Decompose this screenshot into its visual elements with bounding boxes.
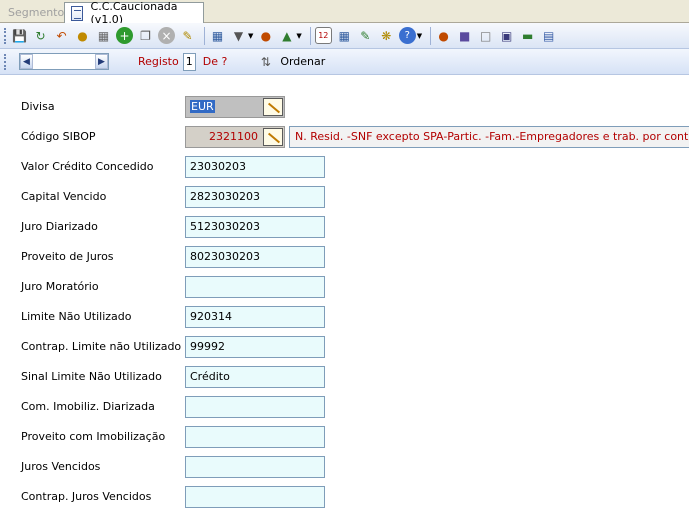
valor-credito-field[interactable]: 23030203 xyxy=(185,156,325,178)
lookup-icon[interactable] xyxy=(263,128,283,146)
calculator-icon[interactable]: ▦ xyxy=(336,27,353,44)
juros-vencidos-label: Juros Vencidos xyxy=(21,460,101,473)
capital-vencido-field[interactable]: 2823030203 xyxy=(185,186,325,208)
add-icon[interactable]: + xyxy=(116,27,133,44)
printer-icon[interactable]: ▦ xyxy=(95,27,112,44)
export-icon[interactable]: ▲ xyxy=(278,27,295,44)
record-navbar: ◀ ▶ Registo 1 De ? ⇅ Ordenar xyxy=(0,49,689,75)
record-navigator[interactable]: ◀ ▶ xyxy=(19,53,109,70)
book-icon[interactable]: ▣ xyxy=(498,27,515,44)
users-icon[interactable]: ● xyxy=(74,27,91,44)
toolbar-separator xyxy=(430,26,432,45)
navbar-grip-icon[interactable] xyxy=(4,53,7,70)
note-icon[interactable]: ✎ xyxy=(179,27,196,44)
toolbar: 💾 ↻ ↶ ● ▦ + ❐ × ✎ ▦ ▼ ▼ ● ▲ ▼ 12 ▦ ✎ ❋ ?… xyxy=(0,23,689,49)
delete-icon[interactable]: × xyxy=(158,27,175,44)
settings-icon[interactable]: ❋ xyxy=(378,27,395,44)
juro-diarizado-label: Juro Diarizado xyxy=(21,220,98,233)
user-search-icon[interactable]: ● xyxy=(257,27,274,44)
refresh-icon[interactable]: ↻ xyxy=(32,27,49,44)
contrap-juros-vencidos-label: Contrap. Juros Vencidos xyxy=(21,490,152,503)
undo-icon[interactable]: ↶ xyxy=(53,27,70,44)
ordenar-button[interactable]: Ordenar xyxy=(280,55,325,68)
toolbar-separator xyxy=(309,26,311,45)
limite-nao-utilizado-field[interactable]: 920314 xyxy=(185,306,325,328)
help-icon[interactable]: ? xyxy=(398,27,416,44)
registo-label: Registo xyxy=(138,55,179,68)
tab-strip: Segmento C.C.Caucionada (v1.0) xyxy=(0,0,689,26)
proveito-imobilizacao-field[interactable] xyxy=(185,426,325,448)
contrap-juros-vencidos-field[interactable] xyxy=(185,486,325,508)
divisa-label: Divisa xyxy=(21,100,55,113)
codigo-sibop-description: N. Resid. -SNF excepto SPA-Partic. -Fam.… xyxy=(289,126,689,148)
codigo-sibop-value: 2321100 xyxy=(209,130,258,143)
tab-cc-caucionada[interactable]: C.C.Caucionada (v1.0) xyxy=(64,0,204,26)
tab-label: Segmento xyxy=(8,6,65,19)
save-icon[interactable]: 💾 xyxy=(11,27,28,44)
sort-icon[interactable]: ⇅ xyxy=(260,55,271,69)
juro-diarizado-field[interactable]: 5123030203 xyxy=(185,216,325,238)
toolbar-grip-icon[interactable] xyxy=(4,27,7,44)
proveito-imobilizacao-label: Proveito com Imobilização xyxy=(21,430,166,443)
chevron-down-icon[interactable]: ▼ xyxy=(296,32,301,40)
record-count-label: De ? xyxy=(202,55,228,68)
juro-moratorio-label: Juro Moratório xyxy=(21,280,99,293)
contrap-limite-label: Contrap. Limite não Utilizado xyxy=(21,340,182,353)
link-icon[interactable]: ▬ xyxy=(519,27,536,44)
capital-vencido-label: Capital Vencido xyxy=(21,190,107,203)
grid-icon[interactable]: ▦ xyxy=(209,27,226,44)
registo-value[interactable]: 1 xyxy=(182,52,196,71)
divisa-value: EUR xyxy=(190,100,215,113)
sinal-limite-label: Sinal Limite Não Utilizado xyxy=(21,370,162,383)
tab-segmento[interactable]: Segmento xyxy=(2,2,70,23)
chevron-down-icon[interactable]: ▼ xyxy=(417,32,422,40)
limite-nao-utilizado-label: Limite Não Utilizado xyxy=(21,310,132,323)
com-imobiliz-field[interactable] xyxy=(185,396,325,418)
juros-vencidos-field[interactable] xyxy=(185,456,325,478)
previous-icon[interactable]: ◀ xyxy=(20,54,33,69)
window-icon[interactable]: □ xyxy=(477,27,494,44)
codigo-sibop-field[interactable]: 2321100 xyxy=(185,126,285,148)
valor-credito-label: Valor Crédito Concedido xyxy=(21,160,154,173)
juro-moratorio-field[interactable] xyxy=(185,276,325,298)
toolbar-separator xyxy=(204,26,205,45)
divisa-field[interactable]: EUR xyxy=(185,96,285,118)
proveito-juros-field[interactable]: 8023030203 xyxy=(185,246,325,268)
codigo-sibop-label: Código SIBOP xyxy=(21,130,96,143)
document-icon[interactable]: ▤ xyxy=(540,27,557,44)
copy-icon[interactable]: ❐ xyxy=(137,27,154,44)
chevron-down-icon[interactable]: ▼ xyxy=(248,32,253,40)
proveito-juros-label: Proveito de Juros xyxy=(21,250,114,263)
edit-icon[interactable]: ✎ xyxy=(357,27,374,44)
filter-icon[interactable]: ▼ xyxy=(230,27,247,44)
sinal-limite-field[interactable]: Crédito xyxy=(185,366,325,388)
document-icon xyxy=(71,5,83,21)
next-icon[interactable]: ▶ xyxy=(95,54,108,69)
lookup-icon[interactable] xyxy=(263,98,283,116)
contrap-limite-field[interactable]: 99992 xyxy=(185,336,325,358)
calendar-icon[interactable]: 12 xyxy=(314,27,332,44)
group-icon[interactable]: ● xyxy=(435,27,452,44)
cube-icon[interactable]: ■ xyxy=(456,27,473,44)
com-imobiliz-label: Com. Imobiliz. Diarizada xyxy=(21,400,155,413)
